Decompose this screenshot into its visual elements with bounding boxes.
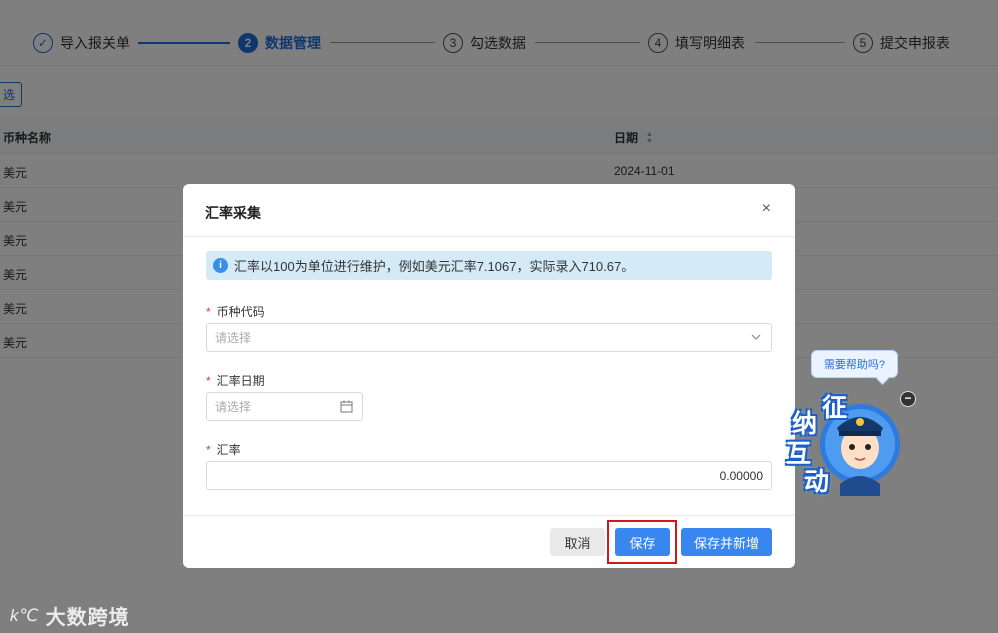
rate-date-label: * 汇率日期 [206, 372, 265, 389]
dialog-header: 汇率采集 × [183, 184, 795, 237]
label-text: 币种代码 [216, 305, 265, 319]
label-text: 汇率日期 [216, 374, 265, 388]
rate-date-picker[interactable]: 请选择 [206, 392, 363, 421]
dialog-title: 汇率采集 [205, 205, 261, 221]
select-placeholder: 请选择 [215, 331, 252, 345]
watermark: k℃ 大数跨境 [10, 601, 130, 630]
rate-input[interactable]: 0.00000 [206, 461, 772, 490]
required-mark: * [206, 443, 211, 457]
exchange-rate-dialog: 汇率采集 × i 汇率以100为单位进行维护，例如美元汇率7.1067，实际录入… [183, 184, 795, 568]
required-mark: * [206, 305, 211, 319]
currency-code-select[interactable]: 请选择 [206, 323, 772, 352]
chevron-down-icon [750, 331, 762, 346]
required-mark: * [206, 374, 211, 388]
close-icon[interactable]: × [762, 200, 771, 218]
cancel-button[interactable]: 取消 [550, 528, 605, 556]
info-alert: i 汇率以100为单位进行维护，例如美元汇率7.1067，实际录入710.67。 [206, 251, 772, 280]
alert-text: 汇率以100为单位进行维护，例如美元汇率7.1067，实际录入710.67。 [234, 259, 635, 274]
watermark-logo-icon: k℃ [10, 605, 40, 625]
save-and-new-button[interactable]: 保存并新增 [681, 528, 772, 556]
mascot-char: 征 [822, 393, 848, 422]
currency-code-label: * 币种代码 [206, 303, 265, 320]
help-mascot[interactable]: 征 纳 互 动 [780, 384, 905, 499]
watermark-text: 大数跨境 [45, 607, 130, 629]
label-text: 汇率 [216, 443, 241, 457]
dialog-footer-divider [183, 515, 795, 516]
info-icon: i [213, 258, 228, 273]
highlight-box [607, 520, 677, 564]
date-placeholder: 请选择 [215, 400, 252, 414]
rate-label: * 汇率 [206, 441, 241, 458]
mascot-char: 动 [804, 467, 830, 496]
help-bubble[interactable]: 需要帮助吗? [811, 350, 898, 378]
calendar-icon [340, 400, 353, 416]
